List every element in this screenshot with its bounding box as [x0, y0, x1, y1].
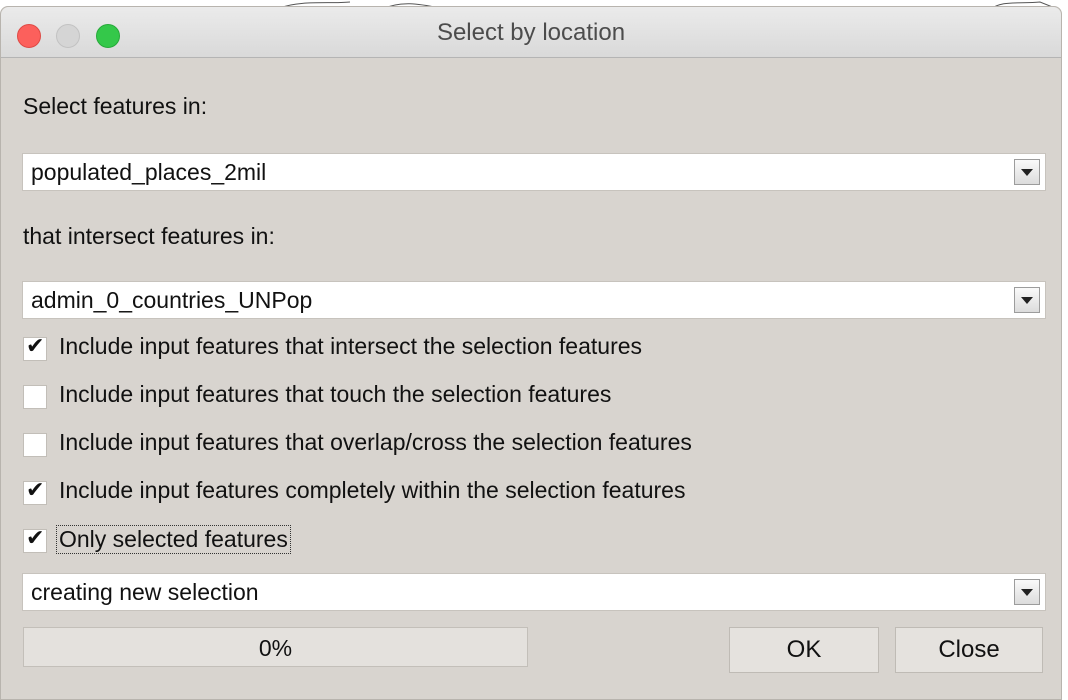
- select-features-label: Select features in:: [23, 93, 208, 119]
- touch-option-label: Include input features that touch the se…: [59, 381, 612, 407]
- intersect-features-label: that intersect features in:: [23, 223, 275, 249]
- check-icon: ✔: [26, 478, 45, 503]
- intersect-checkbox[interactable]: ✔: [23, 334, 47, 361]
- title-bar[interactable]: Select by location: [1, 7, 1061, 58]
- within-checkbox[interactable]: ✔: [23, 478, 47, 505]
- intersect-layer-combobox[interactable]: admin_0_countries_UNPop: [22, 281, 1046, 319]
- ok-button[interactable]: OK: [729, 627, 879, 673]
- selection-mode-value: creating new selection: [31, 579, 259, 605]
- close-button[interactable]: Close: [895, 627, 1043, 673]
- check-icon: ✔: [26, 526, 45, 551]
- selection-mode-combobox[interactable]: creating new selection: [22, 573, 1046, 611]
- select-layer-combobox[interactable]: populated_places_2mil: [22, 153, 1046, 191]
- intersect-layer-value: admin_0_countries_UNPop: [31, 287, 313, 313]
- window-title: Select by location: [436, 19, 626, 46]
- select-layer-value: populated_places_2mil: [31, 159, 267, 185]
- chevron-down-icon[interactable]: [1014, 579, 1040, 605]
- chevron-down-icon[interactable]: [1014, 159, 1040, 185]
- touch-checkbox[interactable]: [23, 385, 47, 409]
- check-icon: ✔: [26, 334, 45, 359]
- progress-text: 0%: [258, 635, 293, 661]
- only-selected-option-label: Only selected features: [56, 525, 291, 554]
- select-by-location-dialog: Select by location Select features in: p…: [0, 6, 1062, 700]
- overlap-checkbox[interactable]: [23, 433, 47, 457]
- progress-bar: 0%: [23, 627, 528, 667]
- within-option-label: Include input features completely within…: [59, 477, 686, 503]
- intersect-option-label: Include input features that intersect th…: [59, 333, 643, 359]
- overlap-option-label: Include input features that overlap/cros…: [59, 429, 692, 455]
- only-selected-checkbox[interactable]: ✔: [23, 526, 47, 553]
- chevron-down-icon[interactable]: [1014, 287, 1040, 313]
